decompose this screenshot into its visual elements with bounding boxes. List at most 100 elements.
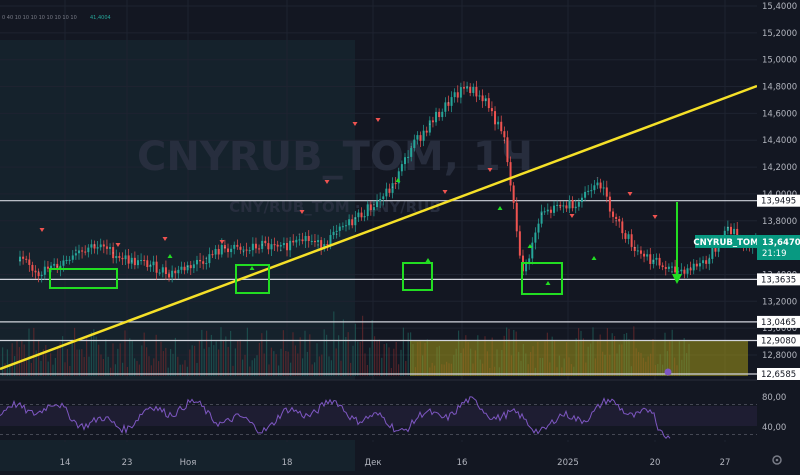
volume-bar [76, 349, 78, 376]
candle-body [478, 95, 481, 97]
price-point [540, 213, 543, 215]
candle-body [379, 199, 382, 202]
candle-body [124, 255, 127, 260]
candle-body [25, 258, 28, 260]
candle-body [282, 243, 285, 246]
candle-body [335, 230, 338, 232]
candle-body [655, 257, 658, 260]
candle-body [664, 267, 667, 269]
candle-body [53, 263, 56, 266]
volume-bar [191, 345, 193, 376]
candle-body [230, 248, 233, 253]
volume-bar [124, 330, 126, 376]
candle-body [133, 257, 136, 266]
y-tick-label: 14,6000 [762, 109, 797, 119]
volume-bar [203, 348, 205, 376]
price-point [242, 250, 245, 253]
price-point [633, 246, 636, 249]
candle-body [497, 121, 500, 125]
candle-body [307, 235, 310, 241]
candle-body [227, 248, 230, 253]
candle-body [692, 263, 695, 271]
candle-body [369, 204, 372, 211]
volume-bar [131, 340, 133, 376]
volume-bar [153, 358, 155, 376]
volume-bar [386, 343, 388, 376]
candle-body [270, 244, 273, 250]
candle-body [348, 219, 351, 226]
volume-bar [294, 345, 296, 376]
candle-body [105, 246, 108, 249]
top-indicator-label: 0 40 10 10 10 10 10 10 10 10 [2, 15, 77, 21]
candle-body [345, 225, 347, 227]
candle-body [366, 204, 369, 217]
x-tick-label: 27 [720, 458, 731, 468]
candle-body [115, 256, 118, 259]
volume-bar [388, 347, 390, 376]
volume-bar [220, 327, 222, 376]
candle-body [143, 260, 146, 262]
candle-body [109, 247, 112, 249]
y-tick-label: 14,4000 [762, 136, 797, 146]
candle-body [475, 86, 478, 97]
candle-body [313, 240, 316, 243]
volume-bar [222, 340, 224, 376]
candle-body [258, 248, 261, 250]
volume-bar [71, 339, 73, 376]
candle-body [90, 244, 93, 248]
volume-bar [105, 339, 107, 376]
candle-body [183, 266, 186, 271]
volume-bar [376, 340, 378, 376]
volume-bar [234, 348, 236, 376]
x-tick-label: 2025 [557, 458, 579, 468]
top-indicator: 0 40 10 10 10 10 10 10 10 10 41,4004 [2, 15, 111, 21]
candle-body [136, 260, 139, 266]
volume-bar [263, 353, 265, 376]
highlight-zone [410, 341, 748, 376]
candle-body [214, 248, 217, 255]
candle-body [400, 164, 403, 172]
volume-bar [254, 358, 256, 376]
volume-bar [239, 339, 241, 376]
price-point [37, 270, 40, 273]
candle-body [587, 190, 590, 192]
candle-body [456, 92, 459, 98]
last-price-symbol: CNYRUB_TOM [693, 238, 758, 248]
volume-bar [378, 339, 380, 376]
candle-body [372, 207, 375, 211]
volume-bar [11, 343, 13, 376]
price-point [447, 101, 450, 104]
candle-body [574, 206, 577, 209]
candle-body [658, 257, 661, 266]
volume-bar [78, 349, 80, 376]
candle-body [698, 263, 701, 267]
volume-bar [90, 331, 92, 376]
price-point [559, 206, 562, 209]
price-chart[interactable]: CNYRUB_TOM, 1Ч CNY/RUB_TOM · CNY/RUB 15,… [0, 0, 800, 475]
candle-body [469, 86, 472, 93]
price-point [93, 244, 96, 246]
candle-body [608, 196, 611, 212]
candle-body [276, 244, 279, 247]
candle-body [571, 200, 574, 209]
candle-body [286, 243, 289, 251]
candle-body [624, 233, 627, 239]
last-price-countdown: 21:19 [762, 249, 787, 259]
candle-body [590, 190, 593, 192]
price-point [671, 270, 673, 273]
candle-body [407, 156, 410, 158]
volume-bar [112, 343, 114, 376]
price-point [75, 249, 77, 252]
volume-bar [299, 337, 301, 376]
volume-bar [270, 347, 272, 376]
level-label: 12,6585 [761, 370, 796, 380]
candle-body [674, 266, 677, 273]
volume-bar [287, 351, 289, 376]
price-point [652, 260, 655, 262]
volume-bar [50, 353, 52, 376]
candle-body [729, 226, 732, 235]
candle-body [68, 259, 71, 261]
candle-body [99, 244, 102, 248]
candle-body [177, 269, 180, 274]
volume-bar [198, 340, 200, 376]
